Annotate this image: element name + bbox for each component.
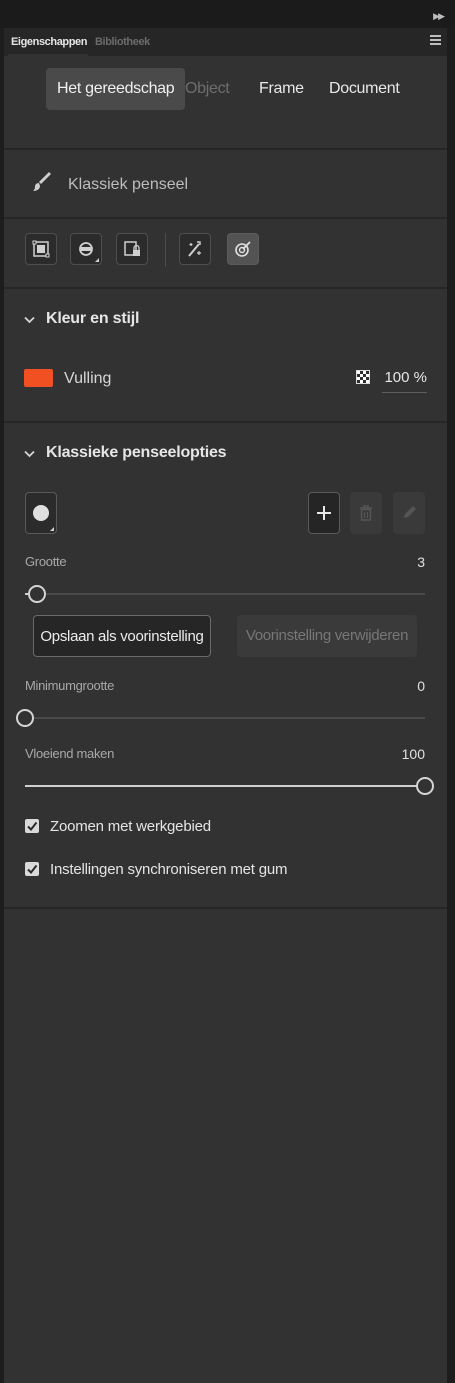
smoothing-slider-handle[interactable] xyxy=(416,777,434,795)
object-drawing-icon xyxy=(32,240,50,258)
smoothing-label: Vloeiend maken xyxy=(25,746,115,761)
lock-fill-button[interactable] xyxy=(116,233,148,265)
save-preset-button[interactable]: Opslaan als voorinstelling xyxy=(33,615,211,657)
size-slider[interactable] xyxy=(25,585,425,603)
minimum-size-value[interactable]: 0 xyxy=(417,678,425,694)
panel-menu-icon[interactable] xyxy=(430,35,441,47)
brush-mode-button[interactable] xyxy=(70,233,102,265)
brush-icon xyxy=(33,172,51,191)
chevron-down-icon[interactable] xyxy=(24,450,35,458)
smoothing-slider[interactable] xyxy=(25,777,434,795)
tilt-button[interactable] xyxy=(227,233,259,265)
tab-bibliotheek[interactable]: Bibliotheek xyxy=(95,36,150,48)
slider-fill xyxy=(25,785,425,787)
zoom-with-stage-checkbox[interactable] xyxy=(25,819,39,833)
dropdown-corner-icon xyxy=(95,258,99,262)
edit-brush-button[interactable] xyxy=(393,492,425,534)
tool-header: Klassiek penseel xyxy=(4,150,447,219)
size-label: Grootte xyxy=(25,554,67,569)
minimum-size-label: Minimumgrootte xyxy=(25,678,114,693)
brush-mode-icon xyxy=(79,242,93,256)
color-style-section: Kleur en stijl Vulling 100 % xyxy=(4,289,447,423)
fill-label: Vulling xyxy=(64,370,112,387)
lock-fill-icon xyxy=(124,241,140,256)
properties-panel: Eigenschappen Bibliotheek Het gereedscha… xyxy=(4,28,447,1383)
dropdown-corner-icon xyxy=(50,527,54,531)
tab-object[interactable]: Object xyxy=(174,68,240,110)
checkmark-icon xyxy=(27,864,38,875)
size-value[interactable]: 3 xyxy=(417,554,425,570)
pressure-button[interactable] xyxy=(179,233,211,265)
toolbar-divider xyxy=(165,233,166,267)
sync-eraser-label: Instellingen synchroniseren met gum xyxy=(50,861,288,878)
fill-color-swatch[interactable] xyxy=(24,369,53,387)
pressure-icon xyxy=(188,241,201,257)
brush-options-section: Klassieke penseelopties Grootte 3 Opslaa… xyxy=(4,423,447,909)
minimum-size-slider[interactable] xyxy=(16,709,425,727)
panel-dock-strip: ▶▶ xyxy=(0,0,455,28)
tab-het-gereedschap[interactable]: Het gereedschap xyxy=(46,68,186,110)
section-title-kleur-en-stijl[interactable]: Kleur en stijl xyxy=(46,310,139,328)
smoothing-value[interactable]: 100 xyxy=(402,746,425,762)
brush-shape-button[interactable] xyxy=(25,492,57,534)
minimum-size-slider-handle[interactable] xyxy=(16,709,34,727)
tab-frame[interactable]: Frame xyxy=(248,68,315,110)
context-tabs: Het gereedschap Object Frame Document xyxy=(4,56,447,150)
plus-icon xyxy=(317,506,331,520)
remove-preset-button[interactable]: Voorinstelling verwijderen xyxy=(237,615,417,657)
zoom-with-stage-label: Zoomen met werkgebied xyxy=(50,818,211,835)
tab-document[interactable]: Document xyxy=(318,68,411,110)
opacity-checker-icon xyxy=(356,370,370,384)
tilt-icon xyxy=(235,241,251,257)
size-slider-handle[interactable] xyxy=(28,585,46,603)
trash-icon xyxy=(360,505,372,521)
panel-tab-bar: Eigenschappen Bibliotheek xyxy=(4,28,447,56)
add-brush-button[interactable] xyxy=(308,492,340,534)
brush-toolbar xyxy=(4,219,447,289)
sync-eraser-checkbox[interactable] xyxy=(25,862,39,876)
round-brush-icon xyxy=(33,505,49,521)
chevron-down-icon[interactable] xyxy=(24,316,35,324)
pencil-icon xyxy=(404,506,416,518)
fill-opacity-input[interactable]: 100 % xyxy=(382,369,427,393)
delete-brush-button[interactable] xyxy=(350,492,382,534)
section-title-penseelopties[interactable]: Klassieke penseelopties xyxy=(46,444,227,462)
checkmark-icon xyxy=(27,821,38,832)
collapse-panels-icon[interactable]: ▶▶ xyxy=(433,11,445,22)
object-drawing-button[interactable] xyxy=(25,233,57,265)
tab-eigenschappen[interactable]: Eigenschappen xyxy=(11,36,88,48)
tool-name: Klassiek penseel xyxy=(68,176,189,193)
